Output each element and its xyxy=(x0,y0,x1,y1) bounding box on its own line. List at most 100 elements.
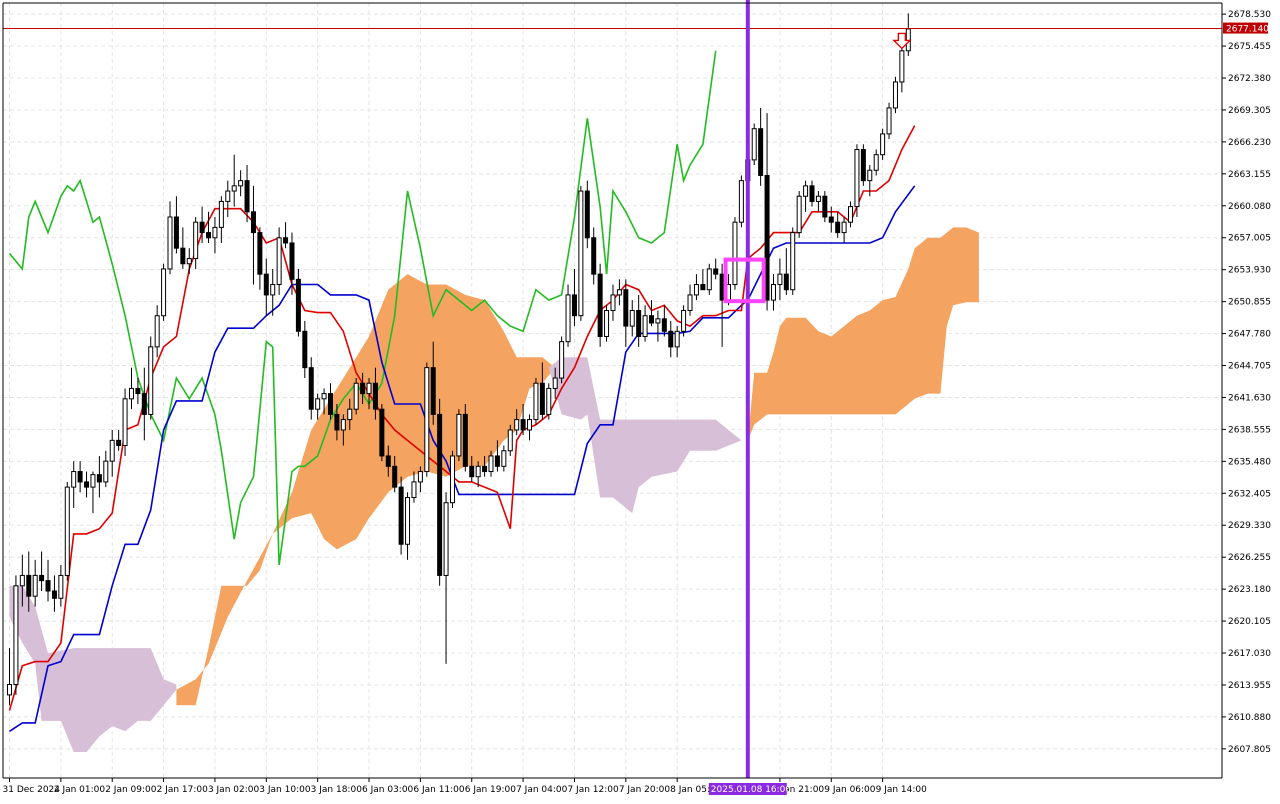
x-tick-label: 6 Jan 19:00 xyxy=(465,785,517,795)
candle-body-bull xyxy=(475,465,481,478)
candle-body-bull xyxy=(796,195,802,234)
candle-body-bull xyxy=(347,408,353,421)
y-tick-label: 2669.305 xyxy=(1228,106,1271,116)
candle-body-bull xyxy=(212,226,218,239)
candle xyxy=(892,76,898,114)
candle-body-bear xyxy=(482,465,488,473)
current-price-label: 2677.140 xyxy=(1226,25,1269,35)
candle-body-bull xyxy=(122,398,128,447)
candle xyxy=(462,404,468,472)
x-tick-label: 7 Jan 04:00 xyxy=(516,785,568,795)
candle-body-bull xyxy=(578,190,584,317)
candle-body-bull xyxy=(218,200,224,228)
candle-body-bull xyxy=(803,185,809,197)
candle-body-bull xyxy=(276,237,282,286)
candle-body-bull xyxy=(270,284,276,296)
x-tick-label: 2 Jan 01:00 xyxy=(54,785,106,795)
candle-body-bear xyxy=(385,455,391,467)
candle-body-bear xyxy=(860,148,866,182)
candle-body-bear xyxy=(180,247,186,265)
candle-body-bear xyxy=(462,413,468,467)
candle xyxy=(379,404,385,462)
candle-body-bull xyxy=(13,585,19,686)
candle-body-bear xyxy=(809,185,815,202)
candle xyxy=(796,191,802,238)
y-tick-label: 2644.705 xyxy=(1228,362,1271,372)
candle-body-bear xyxy=(141,393,147,415)
candle-body-bull xyxy=(552,377,558,389)
candle-body-bear xyxy=(263,273,269,296)
candle-body-bear xyxy=(539,382,545,415)
candle xyxy=(295,268,301,337)
candle-body-bull xyxy=(424,367,430,473)
candle-body-bear xyxy=(591,237,597,275)
candle xyxy=(860,144,866,186)
candle-body-bear xyxy=(295,278,301,332)
candle-body-bull xyxy=(449,455,455,504)
candle-body-bull xyxy=(340,419,346,431)
candle-body-bear xyxy=(623,289,629,327)
candle-body-bear xyxy=(250,211,256,234)
candle-body-bear xyxy=(135,387,141,395)
candle-body-bear xyxy=(51,590,57,599)
candle xyxy=(122,388,128,456)
candle xyxy=(738,175,744,228)
candle-body-bear xyxy=(206,232,212,239)
candle xyxy=(148,336,154,420)
y-tick-label: 2635.480 xyxy=(1228,457,1271,467)
candle-body-bull xyxy=(642,315,648,337)
candle-body-bull xyxy=(231,185,237,192)
candle xyxy=(424,362,430,477)
x-tick-label: 7 Jan 12:00 xyxy=(567,785,619,795)
candle-body-bull xyxy=(565,294,571,343)
candle xyxy=(604,305,610,342)
candle-body-bull xyxy=(559,341,565,379)
candle-body-bear xyxy=(437,413,443,576)
candle-body-bear xyxy=(494,455,500,467)
candle-body-bull xyxy=(64,486,70,576)
candle-body-bull xyxy=(417,471,423,483)
candle xyxy=(584,180,590,249)
candle-body-bull xyxy=(238,180,244,187)
candle-body-bull xyxy=(154,315,160,348)
candle-body-bull xyxy=(546,387,552,415)
candle-body-bear xyxy=(469,465,475,478)
candle xyxy=(161,263,167,321)
candle-body-bull xyxy=(193,221,199,260)
candle-body-bull xyxy=(366,382,372,395)
candle-body-bull xyxy=(892,81,898,109)
candle xyxy=(449,450,455,508)
candle-body-bull xyxy=(19,574,25,587)
y-tick-label: 2638.555 xyxy=(1228,425,1271,435)
candle-body-bull xyxy=(867,169,873,182)
candle-body-bull xyxy=(899,50,905,83)
y-tick-label: 2660.080 xyxy=(1228,202,1271,212)
candle-body-bear xyxy=(713,268,719,275)
candle-body-bull xyxy=(32,574,38,597)
candle-body-bull xyxy=(109,439,115,462)
candle-body-bull xyxy=(629,310,635,327)
candle-body-bull xyxy=(443,502,449,576)
y-tick-label: 2650.855 xyxy=(1228,298,1271,308)
ichimoku-chart[interactable]: 2678.530 2675.455 2672.380 2669.305 2666.230… xyxy=(0,0,1280,800)
x-tick-label: 9 Jan 06:00 xyxy=(824,785,876,795)
candle-body-bear xyxy=(45,580,51,592)
x-tick-label: 9 Jan 14:00 xyxy=(876,785,928,795)
candle-body-bull xyxy=(90,474,96,488)
candle-body-bull xyxy=(167,216,173,270)
x-tick-label: 3 Jan 10:00 xyxy=(259,785,311,795)
candle xyxy=(437,398,443,586)
y-tick-label: 2663.155 xyxy=(1228,170,1271,180)
candle-body-bull xyxy=(501,450,507,467)
candle-body-bear xyxy=(379,408,385,457)
y-tick-label: 2623.180 xyxy=(1228,585,1271,595)
candle-body-bull xyxy=(405,497,411,545)
candle-body-bull xyxy=(321,393,327,400)
candle-body-bear xyxy=(668,330,674,348)
y-tick-label: 2620.105 xyxy=(1228,617,1271,627)
candle-body-bear xyxy=(835,221,841,234)
y-tick-label: 2626.255 xyxy=(1228,553,1271,563)
y-tick-label: 2617.030 xyxy=(1228,649,1271,659)
y-tick-label: 2632.405 xyxy=(1228,489,1271,499)
chart-container: 2678.530 2675.455 2672.380 2669.305 2666.230… xyxy=(0,0,1280,800)
